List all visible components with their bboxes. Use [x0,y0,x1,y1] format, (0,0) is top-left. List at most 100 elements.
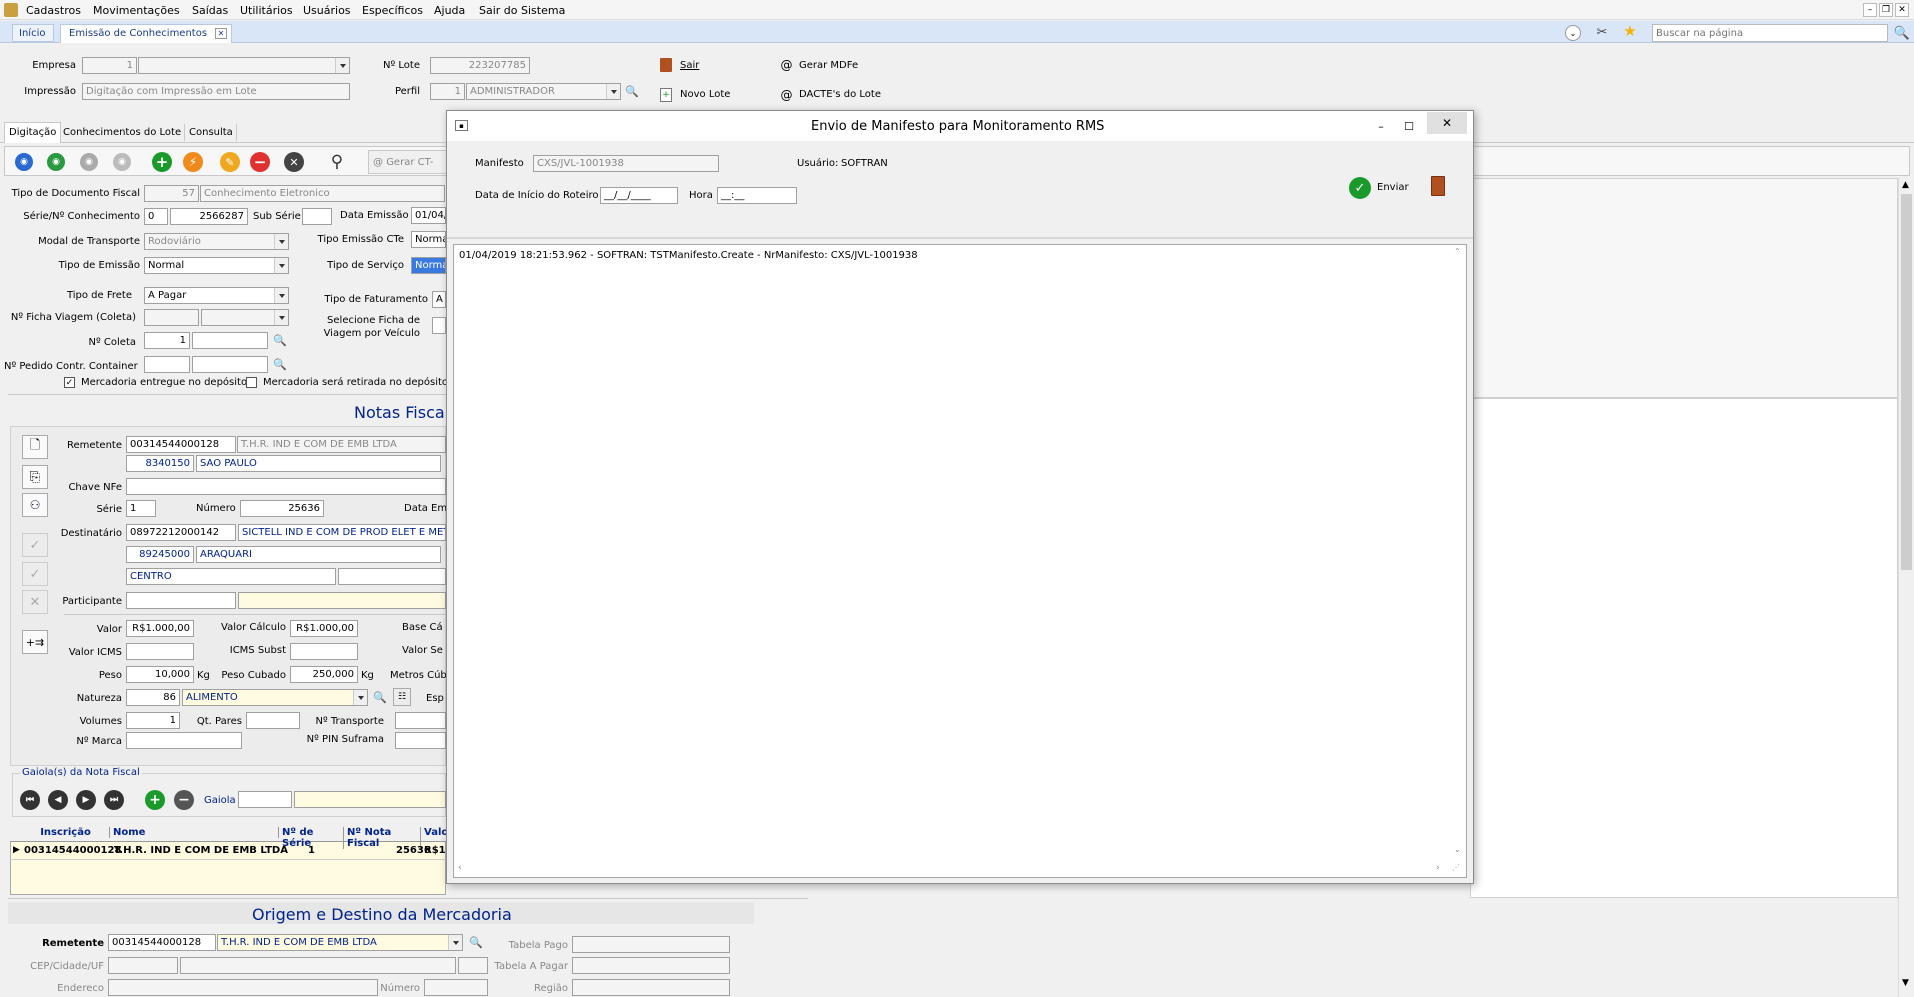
regiao-field[interactable] [572,979,730,996]
endereco-field[interactable] [108,979,378,996]
gerar-mdfe-icon[interactable]: @ [780,58,793,72]
natureza-code[interactable]: 86 [126,689,180,706]
pedido-field-1[interactable] [144,356,190,373]
restore-icon[interactable]: ❐ [1879,3,1893,17]
sair-button[interactable]: Sair [680,60,699,71]
modal-select[interactable]: Rodoviário [144,233,289,250]
tab-close-icon[interactable]: ✕ [215,28,227,39]
qt-pares-field[interactable] [246,712,300,729]
cep-field[interactable] [108,957,178,974]
gaiola-prev-icon[interactable]: ◀ [48,790,68,810]
gaiola-next-icon[interactable]: ▶ [76,790,96,810]
gaiola-field-2[interactable] [294,791,446,808]
numero-origem-field[interactable] [424,979,488,996]
enviar-icon[interactable]: ✓ [1349,177,1371,199]
menu-cadastros[interactable]: Cadastros [26,4,81,17]
dialog-close-icon[interactable]: ✕ [1427,112,1467,134]
gaiola-first-icon[interactable]: ⏮ [20,790,40,810]
star-icon[interactable]: ★ [1622,22,1638,40]
size-grip-icon[interactable]: ⋰ [1452,863,1460,872]
dest-cidade[interactable]: ARAQUARI [196,546,441,563]
door-icon[interactable] [660,58,672,72]
empresa-code[interactable]: 1 [82,57,137,74]
enviar-button[interactable]: Enviar [1377,182,1409,193]
menu-utilitarios[interactable]: Utilitários [240,4,293,17]
cancel-icon[interactable]: ✕ [284,152,304,172]
tipo-emissao-cte-field[interactable]: Normal [411,231,446,248]
dest-cnpj[interactable]: 08972212000142 [126,524,236,541]
close-icon[interactable]: ✕ [1895,3,1909,17]
menu-sair[interactable]: Sair do Sistema [479,4,565,17]
scroll-down-icon[interactable]: ▼ [1902,978,1909,988]
subtab-conhecimentos[interactable]: Conhecimentos do Lote [60,124,186,141]
perfil-search-icon[interactable]: 🔍 [624,83,640,99]
grid-col-inscricao[interactable]: Inscrição [22,827,110,838]
cidade-field[interactable] [180,957,456,974]
menu-ajuda[interactable]: Ajuda [434,4,465,17]
rem-cep[interactable]: 8340150 [126,455,194,472]
impressao-select[interactable]: Digitação com Impressão em Lote [82,83,350,100]
add-icon[interactable]: + [152,152,172,172]
refresh-icon[interactable]: ◉ [47,153,65,171]
pin-field[interactable] [395,732,446,749]
log-scroll-down-icon[interactable]: ⌄ [1454,845,1461,854]
menu-saidas[interactable]: Saídas [192,4,228,17]
dialog-minimize-icon[interactable]: – [1371,117,1391,135]
manifesto-field[interactable]: CXS/JVL-1001938 [533,155,719,172]
people-icon[interactable]: ⚇ [22,493,48,517]
data-roteiro-field[interactable]: __/__/____ [600,187,678,204]
pin-icon[interactable]: ✂ [1594,24,1610,40]
dropdown-icon[interactable]: ⌄ [1565,25,1581,41]
natureza-list-icon[interactable]: ☷ [393,688,411,706]
first-icon[interactable]: ◉ [15,153,33,171]
gaiola-remove-icon[interactable]: − [174,790,194,810]
marca-field[interactable] [126,732,242,749]
tabela-apagar-field[interactable] [572,957,730,974]
tipo-fat-field[interactable]: A [432,291,446,308]
peso-field[interactable]: 10,000 [126,666,194,683]
log-memo[interactable]: 01/04/2019 18:21:53.962 - SOFTRAN: TSTMa… [453,244,1467,878]
tipo-doc-value[interactable]: Conhecimento Eletronico [200,185,445,202]
perfil-code[interactable]: 1 [430,83,465,100]
dest-bairro-2[interactable] [338,568,446,585]
log-scroll-left-icon[interactable]: ‹ [458,863,462,873]
scroll-up-icon[interactable]: ▲ [1902,180,1909,190]
icms-field[interactable] [126,643,194,660]
coleta-search-icon[interactable]: 🔍 [272,332,288,348]
main-scrollbar[interactable]: ▲ ▼ [1898,178,1914,997]
origem-remetente-select[interactable]: T.H.R. IND E COM DE EMB LTDA [217,934,463,951]
gaiola-add-icon[interactable]: + [145,790,165,810]
minimize-icon[interactable]: – [1863,3,1877,17]
table-row[interactable]: ▶ 00314544000128 T.H.R. IND E COM DE EMB… [10,843,446,860]
pedido-field-2[interactable] [192,356,268,373]
subtab-consulta[interactable]: Consulta [186,124,237,141]
scroll-thumb[interactable] [1901,194,1912,570]
tab-emissao[interactable]: Emissão de Conhecimentos ✕ [60,24,232,43]
edit-icon[interactable]: ✎ [220,152,240,172]
lightning-icon[interactable]: ⚡ [183,152,203,172]
data-emissao-field[interactable]: 01/04/ [411,207,446,224]
copy-doc-icon[interactable]: ⎘ [22,465,48,489]
dest-nome[interactable]: SICTELL IND E COM DE PROD ELET E META [238,524,446,541]
dialog-maximize-icon[interactable]: ☐ [1399,117,1419,135]
menu-movimentacoes[interactable]: Movimentações [93,4,180,17]
subtab-digitacao[interactable]: Digitação [4,122,62,143]
serie-field[interactable]: 0 [144,208,168,225]
search-input[interactable] [1652,24,1888,42]
chk-entregue[interactable]: ✓ [64,377,75,388]
log-scroll-up-icon[interactable]: ⌃ [1454,247,1461,256]
remetente-cnpj[interactable]: 00314544000128 [126,436,236,453]
empresa-select[interactable] [138,57,350,74]
sub-serie-field[interactable] [302,208,332,225]
search-icon[interactable]: ⚲ [326,151,348,173]
transporte-field[interactable] [395,712,446,729]
valor-calc-field[interactable]: R$1.000,00 [290,620,358,637]
coleta-field[interactable]: 1 [144,332,190,349]
participante-nome[interactable] [238,592,446,609]
gaiola-last-icon[interactable]: ⏭ [104,790,124,810]
menu-especificos[interactable]: Específicos [362,4,423,17]
tabela-pago-field[interactable] [572,936,730,953]
gaiola-field[interactable] [238,791,292,808]
serie-nf-field[interactable]: 1 [126,500,156,517]
dacte-lote-button[interactable]: DACTE's do Lote [799,89,881,100]
